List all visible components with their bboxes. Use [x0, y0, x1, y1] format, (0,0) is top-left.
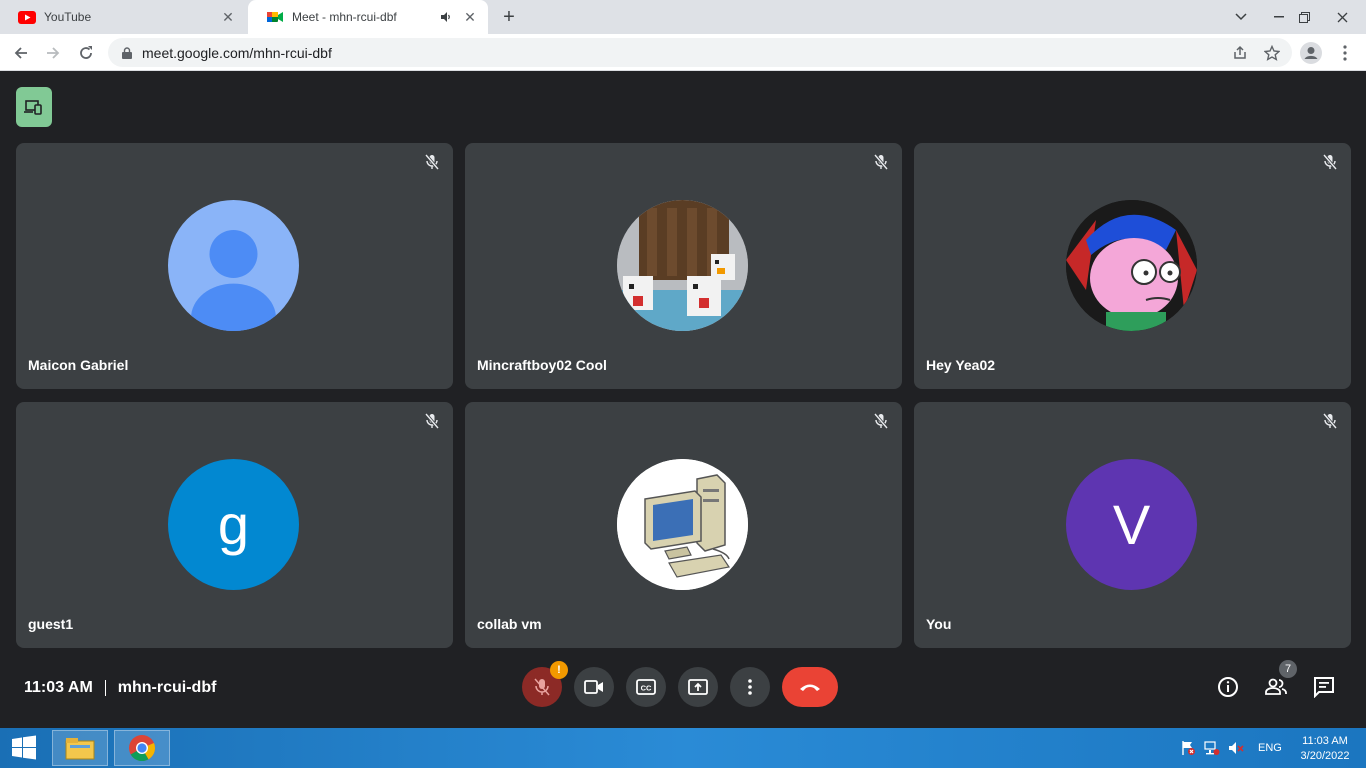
network-icon[interactable]	[1202, 738, 1222, 758]
default-person-icon	[168, 200, 299, 331]
participant-name: Maicon Gabriel	[28, 357, 129, 373]
mic-off-icon	[423, 412, 441, 430]
close-tab-icon[interactable]: ✕	[220, 9, 236, 25]
participant-tile[interactable]: V You	[914, 402, 1351, 648]
svg-text:CC: CC	[641, 684, 652, 693]
meeting-time: 11:03 AM	[24, 679, 93, 696]
meeting-details-icon[interactable]	[1214, 673, 1242, 701]
camera-toggle-button[interactable]	[574, 667, 614, 707]
reload-icon[interactable]	[73, 40, 99, 66]
close-tab-icon[interactable]: ✕	[462, 9, 478, 25]
browser-toolbar: meet.google.com/mhn-rcui-dbf	[0, 34, 1366, 71]
share-icon[interactable]	[1227, 40, 1253, 66]
meet-icon	[266, 10, 284, 24]
volume-muted-icon[interactable]	[1226, 738, 1246, 758]
mic-off-icon	[1321, 412, 1339, 430]
captions-button[interactable]: CC	[626, 667, 666, 707]
url-text: meet.google.com/mhn-rcui-dbf	[142, 44, 332, 61]
profile-icon[interactable]	[1298, 40, 1324, 66]
participant-tile[interactable]: Mincraftboy02 Cool	[465, 143, 902, 389]
present-screen-button[interactable]	[678, 667, 718, 707]
mic-warning-badge: !	[550, 661, 568, 679]
system-date: 3/20/2022	[1300, 750, 1350, 762]
tab-strip: YouTube ✕ Meet - mhn-rcui-dbf ✕ +	[0, 0, 1366, 34]
system-clock[interactable]: 11:03 AM 3/20/2022	[1294, 734, 1356, 764]
chat-icon[interactable]	[1310, 673, 1338, 701]
participant-tile[interactable]: Hey Yea02	[914, 143, 1351, 389]
participant-name: You	[926, 616, 952, 632]
forward-icon[interactable]	[40, 40, 66, 66]
restore-icon[interactable]	[1292, 0, 1316, 34]
computer-clipart-image	[617, 459, 748, 590]
avatar-letter: V	[1112, 493, 1151, 556]
cartoon-character-image	[1066, 200, 1197, 331]
tab-youtube[interactable]: YouTube ✕	[0, 0, 246, 34]
taskbar: ENG 11:03 AM 3/20/2022	[0, 728, 1366, 768]
avatar: V	[1066, 459, 1197, 590]
companion-mode-icon[interactable]	[16, 87, 52, 127]
participant-tile[interactable]: collab vm	[465, 402, 902, 648]
windows-start-icon[interactable]	[4, 732, 44, 764]
participant-count-badge: 7	[1279, 660, 1297, 678]
mic-off-icon	[872, 412, 890, 430]
meet-page: Maicon Gabriel Mincraftboy02 Cool Hey Ye…	[0, 71, 1366, 728]
tab-title: Meet - mhn-rcui-dbf	[292, 10, 397, 24]
action-center-flag-icon[interactable]	[1178, 738, 1198, 758]
tab-search-icon[interactable]	[1228, 0, 1254, 34]
participant-tile[interactable]: Maicon Gabriel	[16, 143, 453, 389]
participant-name: collab vm	[477, 616, 542, 632]
leave-call-button[interactable]	[782, 667, 838, 707]
back-icon[interactable]	[8, 40, 34, 66]
file-explorer-icon[interactable]	[52, 730, 108, 766]
new-tab-button[interactable]: +	[498, 6, 520, 28]
avatar: g	[168, 459, 299, 590]
mic-off-icon	[423, 153, 441, 171]
minimize-icon[interactable]	[1266, 0, 1292, 34]
mic-off-icon	[1321, 153, 1339, 171]
divider	[104, 680, 106, 696]
system-time: 11:03 AM	[1302, 735, 1348, 747]
chrome-icon[interactable]	[114, 730, 170, 766]
menu-kebab-icon[interactable]	[1332, 40, 1358, 66]
bookmark-star-icon[interactable]	[1259, 40, 1285, 66]
minecraft-chickens-image	[617, 200, 748, 331]
meeting-info: 11:03 AM mhn-rcui-dbf	[24, 679, 216, 697]
meeting-code: mhn-rcui-dbf	[117, 679, 217, 696]
speaker-icon[interactable]	[438, 9, 454, 25]
more-options-icon[interactable]	[730, 667, 770, 707]
tab-title: YouTube	[44, 10, 92, 24]
lock-icon[interactable]	[120, 46, 134, 60]
close-window-icon[interactable]	[1318, 0, 1366, 34]
participant-name: Mincraftboy02 Cool	[477, 357, 607, 373]
address-bar[interactable]: meet.google.com/mhn-rcui-dbf	[108, 38, 1292, 67]
participant-tile[interactable]: g guest1	[16, 402, 453, 648]
tab-meet[interactable]: Meet - mhn-rcui-dbf ✕	[248, 0, 488, 34]
participant-name: guest1	[28, 616, 74, 632]
youtube-icon	[18, 10, 36, 24]
mic-toggle-button[interactable]: !	[522, 661, 568, 707]
avatar-letter: g	[217, 493, 250, 556]
participant-name: Hey Yea02	[926, 357, 996, 373]
input-language[interactable]: ENG	[1258, 742, 1282, 754]
mic-off-icon	[872, 153, 890, 171]
